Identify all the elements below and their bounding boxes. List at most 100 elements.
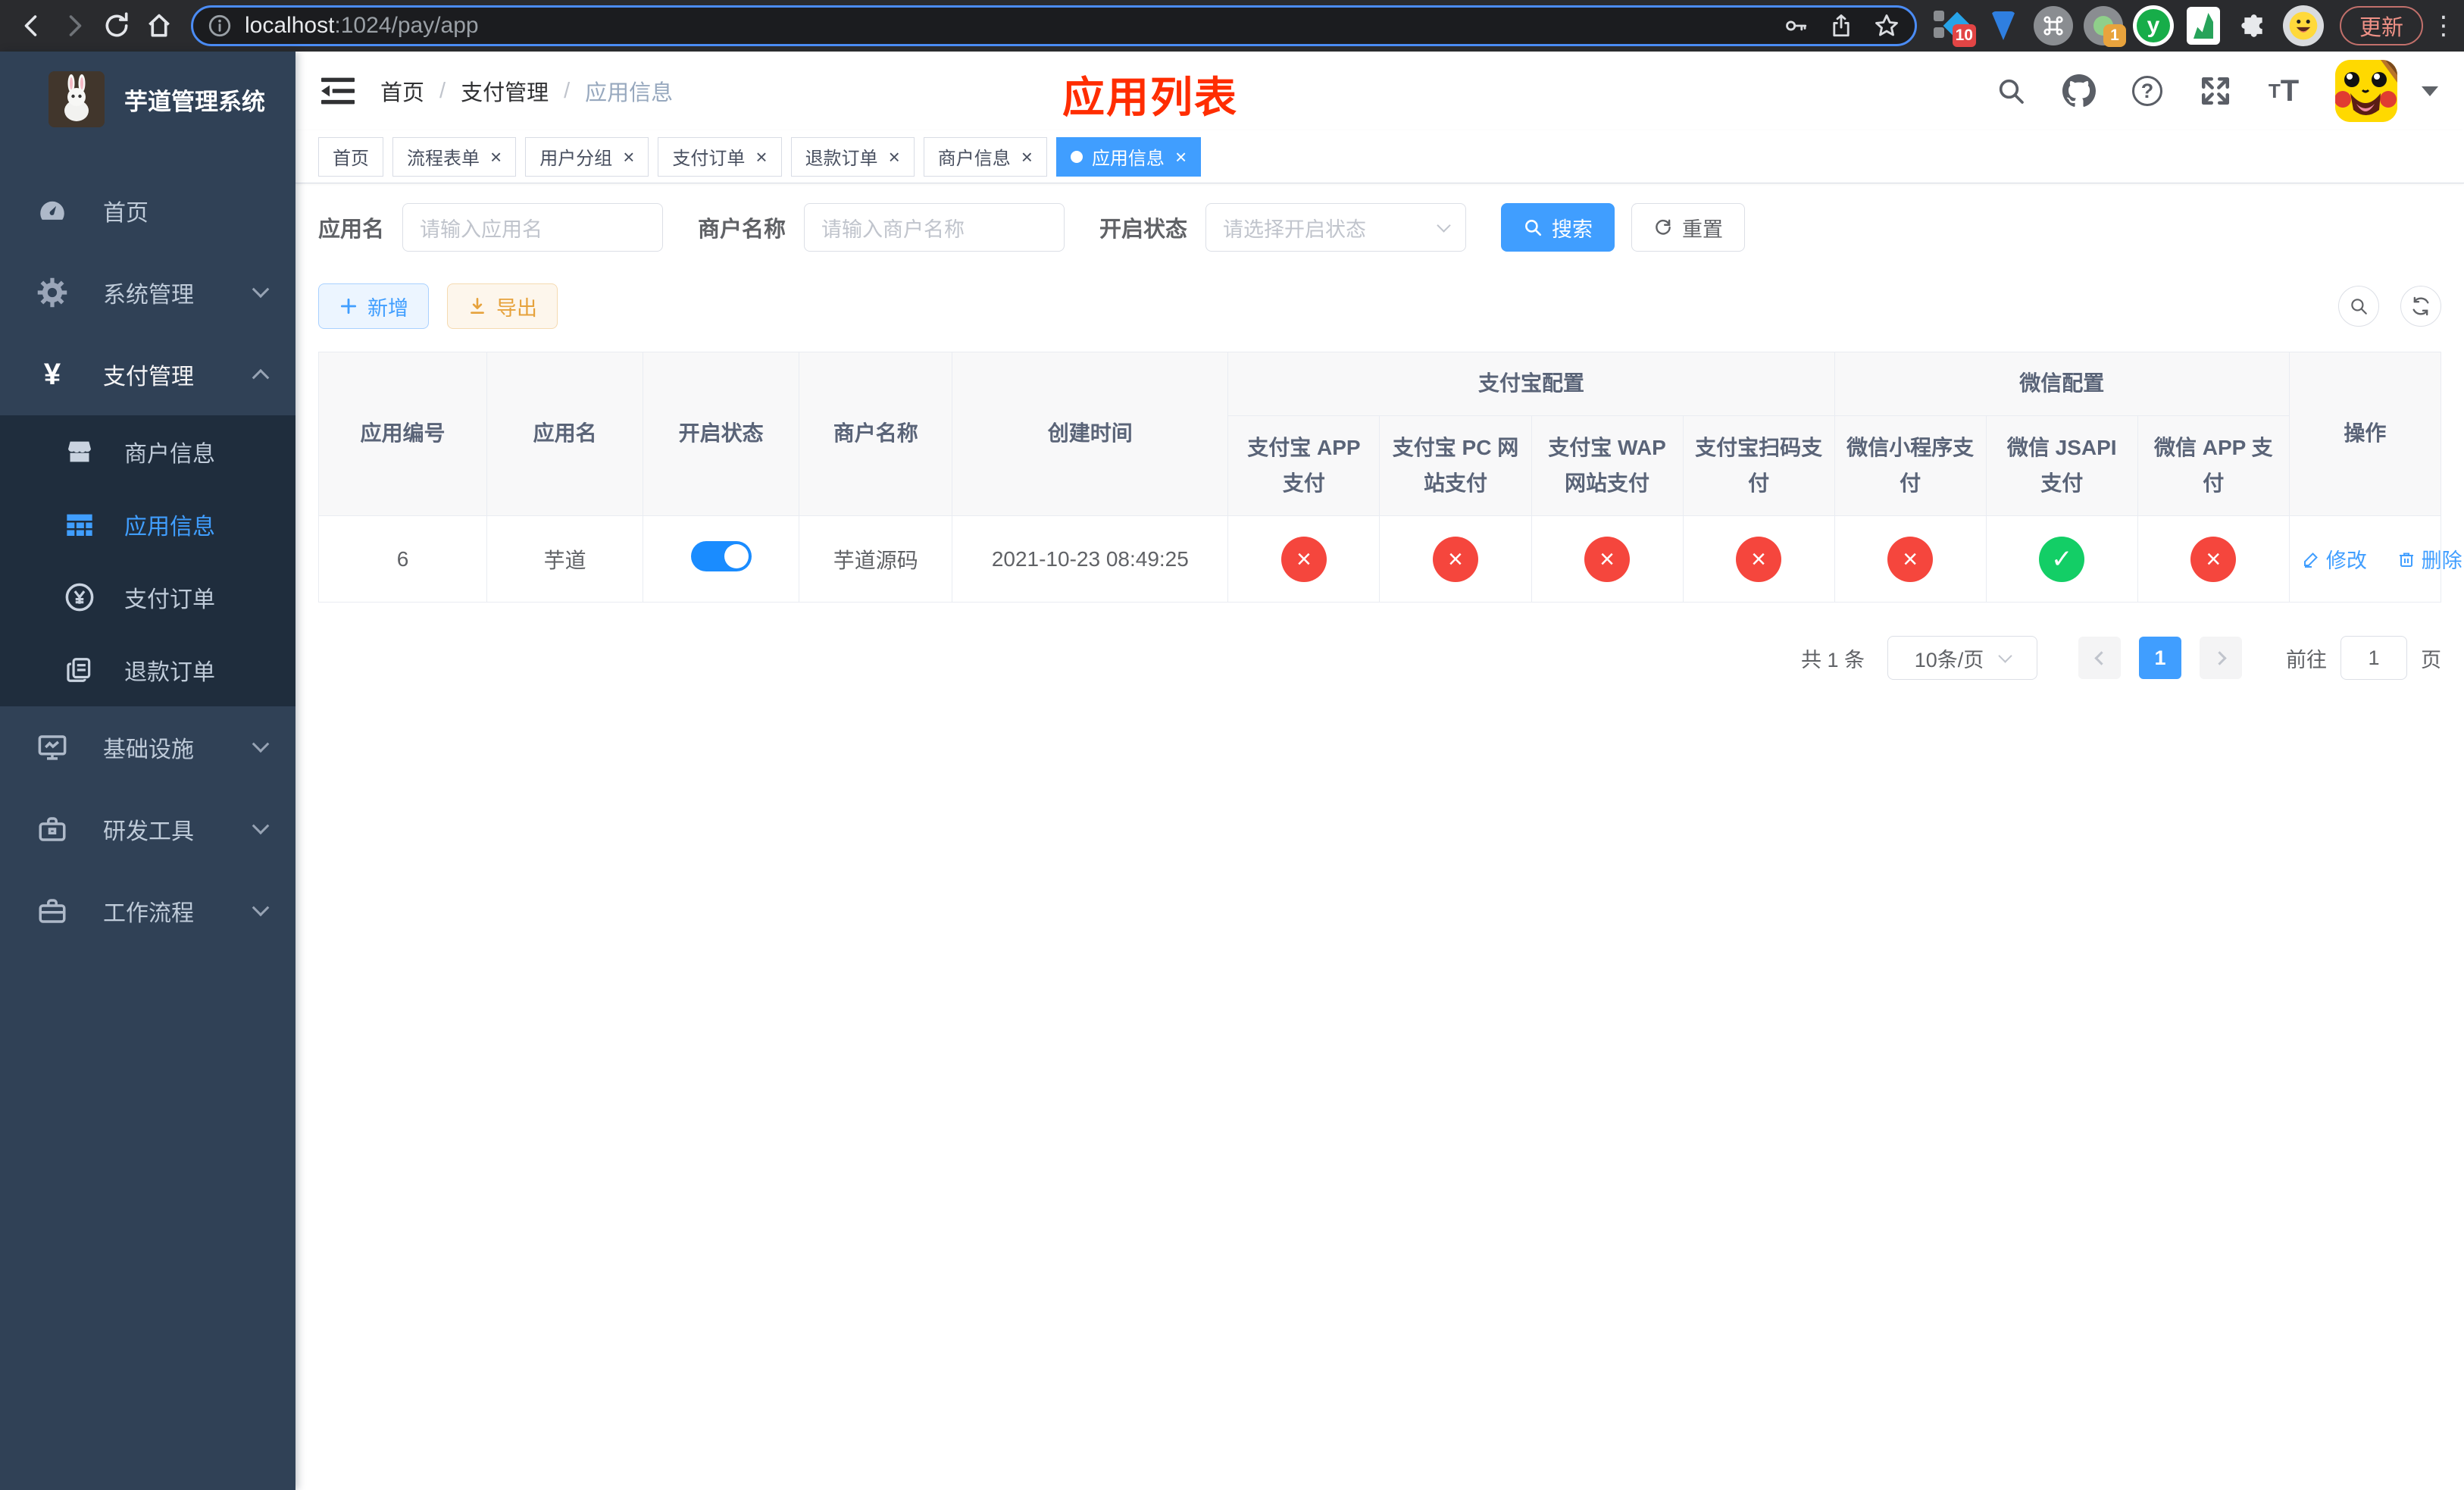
header-search-icon[interactable]: [1994, 74, 2028, 108]
sidebar-collapse-icon[interactable]: [321, 76, 355, 106]
reset-button[interactable]: 重置: [1631, 203, 1746, 252]
extension-badge: 10: [1952, 24, 1976, 47]
extension-y-icon[interactable]: y: [2132, 5, 2175, 47]
sidebar-item-merchant-info[interactable]: 商户信息: [0, 415, 295, 488]
col-created: 创建时间: [952, 352, 1229, 516]
sidebar-item-home[interactable]: 首页: [0, 170, 295, 252]
breadcrumb: 首页 / 支付管理 / 应用信息: [380, 75, 673, 107]
browser-back-icon[interactable]: [11, 3, 53, 49]
yen-circle-icon: [64, 581, 95, 613]
page-content: 应用名 请输入应用名 商户名称 请输入商户名称 开启状态 请选择开启状态 搜索 …: [295, 183, 2464, 1490]
font-size-icon[interactable]: TT: [2267, 74, 2300, 108]
col-group-wechat: 微信配置: [1834, 352, 2290, 416]
browser-update-button[interactable]: 更新: [2339, 6, 2423, 45]
app-name-input[interactable]: 请输入应用名: [402, 203, 664, 252]
status-select[interactable]: 请选择开启状态: [1205, 203, 1467, 252]
tab-pay-order[interactable]: 支付订单 ×: [658, 136, 782, 177]
close-icon[interactable]: ×: [1021, 147, 1033, 167]
col-wechat-jsapi: 微信 JSAPI 支付: [1985, 415, 2138, 516]
sidebar-item-dev-tools[interactable]: 研发工具: [0, 788, 295, 870]
alipay-pc-status-icon: ×: [1432, 536, 1478, 582]
shop-icon: [64, 436, 95, 468]
breadcrumb-home[interactable]: 首页: [380, 75, 424, 107]
extension-recorder-icon[interactable]: 1: [2082, 5, 2126, 47]
sidebar-item-label: 工作流程: [103, 901, 194, 926]
col-wechat-mini: 微信小程序支付: [1834, 415, 1987, 516]
current-page-button[interactable]: 1: [2139, 637, 2181, 679]
profile-avatar-icon[interactable]: [2282, 5, 2325, 47]
wechat-app-status-icon: ×: [2190, 536, 2237, 582]
col-status: 开启状态: [643, 352, 800, 516]
merchant-name-label: 商户名称: [698, 218, 786, 242]
bookmark-star-icon[interactable]: [1866, 8, 1907, 44]
browser-home-icon[interactable]: [138, 3, 180, 49]
app-logo[interactable]: 芋道管理系统: [0, 52, 295, 142]
close-icon[interactable]: ×: [755, 147, 767, 167]
table-row: 6 芋道 芋道源码 2021-10-23 08:49:25 × × × × × …: [317, 515, 2462, 603]
user-avatar[interactable]: [2335, 60, 2397, 122]
search-button[interactable]: 搜索: [1501, 203, 1615, 252]
tab-home[interactable]: 首页×: [318, 136, 383, 177]
delete-link[interactable]: 删除: [2397, 544, 2462, 574]
browser-reload-icon[interactable]: [95, 3, 138, 49]
col-merchant: 商户名称: [799, 352, 953, 516]
tab-process-form[interactable]: 流程表单 ×: [392, 136, 517, 177]
search-form: 应用名 请输入应用名 商户名称 请输入商户名称 开启状态 请选择开启状态 搜索 …: [318, 203, 2441, 252]
goto-page-input[interactable]: 1: [2340, 636, 2407, 680]
fullscreen-icon[interactable]: [2199, 74, 2232, 108]
chevron-up-icon: [252, 368, 270, 387]
breadcrumb-payment[interactable]: 支付管理: [461, 75, 549, 107]
extension-doc-icon[interactable]: [2182, 5, 2225, 47]
alipay-app-status-icon: ×: [1280, 536, 1327, 582]
sidebar-item-label: 系统管理: [103, 283, 194, 308]
close-icon[interactable]: ×: [1175, 147, 1187, 167]
page-size-select[interactable]: 10条/页: [1887, 636, 2037, 680]
chevron-down-icon: [252, 735, 270, 753]
tab-merchant-info[interactable]: 商户信息 ×: [923, 136, 1047, 177]
help-icon[interactable]: ?: [2131, 74, 2164, 108]
status-label: 开启状态: [1099, 218, 1188, 242]
address-bar[interactable]: localhost:1024/pay/app: [191, 5, 1917, 46]
tab-app-info[interactable]: 应用信息 ×: [1055, 136, 1202, 177]
wechat-jsapi-status-icon: ✓: [2039, 536, 2085, 582]
tab-user-group[interactable]: 用户分组 ×: [525, 136, 649, 177]
browser-forward-icon[interactable]: [53, 3, 95, 49]
close-icon[interactable]: ×: [623, 147, 634, 167]
next-page-button[interactable]: [2200, 637, 2242, 679]
refresh-button[interactable]: [2400, 286, 2441, 327]
avatar-caret-icon[interactable]: [2422, 86, 2438, 96]
merchant-name-input[interactable]: 请输入商户名称: [804, 203, 1065, 252]
sidebar-item-label: 支付管理: [103, 365, 194, 390]
page-title-annotation: 应用列表: [1062, 74, 1238, 121]
toggle-search-button[interactable]: [2338, 286, 2379, 327]
sidebar-item-payment[interactable]: ¥ 支付管理: [0, 333, 295, 415]
enabled-switch[interactable]: [690, 541, 752, 571]
sidebar-item-app-info[interactable]: 应用信息: [0, 488, 295, 561]
share-icon[interactable]: [1821, 8, 1862, 44]
browser-menu-icon[interactable]: ⋮: [2431, 11, 2456, 41]
sidebar-item-pay-order[interactable]: 支付订单: [0, 561, 295, 634]
sidebar-item-label: 退款订单: [124, 660, 215, 685]
sidebar-item-workflow[interactable]: 工作流程: [0, 870, 295, 952]
password-key-icon[interactable]: [1775, 8, 1816, 44]
edit-link[interactable]: 修改: [2302, 544, 2367, 574]
site-info-icon[interactable]: [207, 13, 233, 39]
github-icon[interactable]: [2062, 74, 2096, 108]
payment-submenu: 商户信息 应用信息 支付订单 退款订单: [0, 415, 295, 706]
close-icon[interactable]: ×: [490, 147, 502, 167]
add-button[interactable]: 新增: [318, 283, 429, 329]
sidebar-item-system[interactable]: 系统管理: [0, 252, 295, 333]
browser-toolbar: localhost:1024/pay/app 10 1 y 更新 ⋮: [0, 0, 2464, 52]
tab-refund-order[interactable]: 退款订单 ×: [790, 136, 915, 177]
chevron-down-icon: [1998, 648, 2012, 663]
extensions-puzzle-icon[interactable]: [2232, 5, 2275, 47]
export-button[interactable]: 导出: [447, 283, 558, 329]
sidebar-item-infrastructure[interactable]: 基础设施: [0, 706, 295, 788]
extension-gem-icon[interactable]: [1982, 5, 2025, 47]
prev-page-button[interactable]: [2078, 637, 2121, 679]
sidebar-item-refund-order[interactable]: 退款订单: [0, 634, 295, 706]
close-icon[interactable]: ×: [889, 147, 900, 167]
extension-command-icon[interactable]: [2032, 5, 2075, 47]
wechat-mini-status-icon: ×: [1887, 536, 1934, 582]
extension-blue-diamond-icon[interactable]: 10: [1932, 5, 1976, 47]
